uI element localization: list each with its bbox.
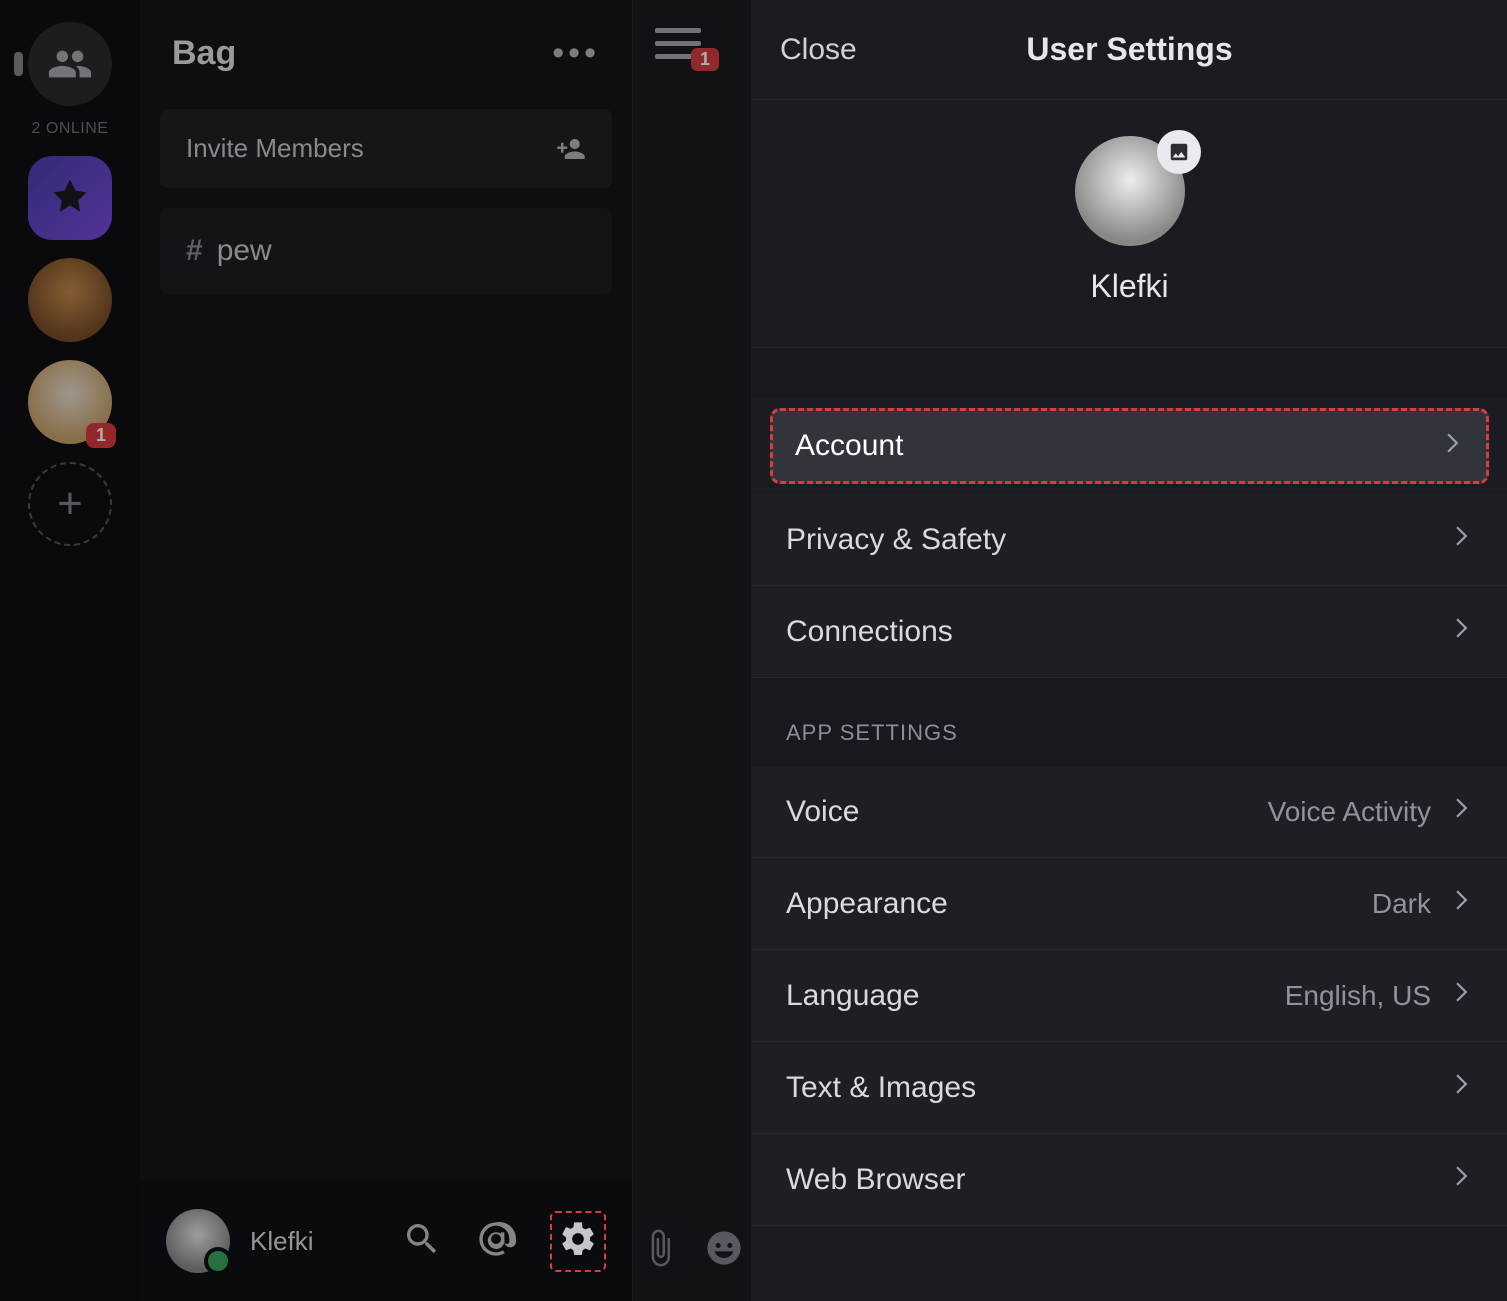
settings-row-appearance[interactable]: Appearance Dark: [752, 858, 1507, 950]
current-user-name: Klefki: [250, 1226, 382, 1257]
user-settings-panel: Close User Settings Klefki Account Priva…: [752, 0, 1507, 1301]
hash-icon: #: [186, 234, 203, 268]
row-label: Web Browser: [786, 1163, 966, 1197]
search-button[interactable]: [402, 1219, 442, 1264]
row-label: Appearance: [786, 887, 948, 921]
server-notification-badge: 1: [86, 423, 116, 448]
online-count-label: 2 ONLINE: [32, 120, 109, 138]
edit-avatar-button[interactable]: [1157, 130, 1201, 174]
plus-icon: +: [57, 479, 83, 529]
paperclip-icon: [640, 1228, 680, 1268]
server-name-label[interactable]: Bag: [172, 34, 236, 73]
settings-row-web-browser[interactable]: Web Browser: [752, 1134, 1507, 1226]
app-settings-header: APP SETTINGS: [752, 678, 1507, 766]
menu-notification-badge: 1: [691, 48, 719, 71]
chevron-right-icon: [1438, 430, 1464, 463]
row-label: Account: [795, 429, 903, 463]
server-icon-3[interactable]: 1: [28, 360, 112, 444]
section-divider: [752, 348, 1507, 398]
current-user-avatar[interactable]: [166, 1209, 230, 1273]
row-label: Language: [786, 979, 919, 1013]
image-icon: [1168, 141, 1190, 163]
settings-row-privacy[interactable]: Privacy & Safety: [752, 494, 1507, 586]
row-label: Privacy & Safety: [786, 523, 1006, 557]
channel-item-pew[interactable]: # pew: [160, 208, 612, 294]
row-value: Dark: [1372, 888, 1431, 920]
row-value: English, US: [1285, 980, 1431, 1012]
row-label: Connections: [786, 615, 953, 649]
row-value: Voice Activity: [1268, 796, 1431, 828]
server-icon-2[interactable]: [28, 258, 112, 342]
server-glyph-icon: [48, 176, 92, 220]
row-label: Text & Images: [786, 1071, 976, 1105]
chevron-right-icon: [1447, 523, 1473, 556]
invite-members-label: Invite Members: [186, 133, 364, 164]
server-icon-1[interactable]: [28, 156, 112, 240]
profile-section: Klefki: [752, 100, 1507, 348]
settings-row-voice[interactable]: Voice Voice Activity: [752, 766, 1507, 858]
invite-members-button[interactable]: Invite Members: [160, 109, 612, 188]
attach-button[interactable]: [640, 1228, 680, 1273]
chevron-right-icon: [1447, 615, 1473, 648]
channel-sidebar: Bag ••• Invite Members # pew Klefki: [140, 0, 632, 1301]
chevron-right-icon: [1447, 795, 1473, 828]
smile-icon: [704, 1228, 744, 1268]
chevron-right-icon: [1447, 1071, 1473, 1104]
add-person-icon: [556, 134, 586, 164]
server-rail: 2 ONLINE 1 +: [0, 0, 140, 1301]
chat-area-peek: 1: [632, 0, 752, 1301]
settings-title: User Settings: [1026, 31, 1232, 68]
people-icon: [47, 41, 93, 87]
chevron-right-icon: [1447, 979, 1473, 1012]
close-button[interactable]: Close: [780, 33, 857, 67]
chevron-right-icon: [1447, 887, 1473, 920]
settings-row-account[interactable]: Account: [770, 408, 1489, 484]
friends-server-icon[interactable]: [28, 22, 112, 106]
settings-button[interactable]: [550, 1211, 606, 1272]
user-bar: Klefki: [140, 1181, 632, 1301]
profile-avatar[interactable]: [1075, 136, 1185, 246]
channel-name-label: pew: [217, 234, 272, 268]
emoji-button[interactable]: [704, 1228, 744, 1273]
mentions-button[interactable]: [476, 1219, 516, 1264]
server-more-button[interactable]: •••: [552, 34, 600, 73]
row-label: Voice: [786, 795, 859, 829]
search-icon: [402, 1219, 442, 1259]
settings-row-language[interactable]: Language English, US: [752, 950, 1507, 1042]
gear-icon: [558, 1219, 598, 1259]
chevron-right-icon: [1447, 1163, 1473, 1196]
settings-row-connections[interactable]: Connections: [752, 586, 1507, 678]
add-server-button[interactable]: +: [28, 462, 112, 546]
profile-name: Klefki: [1090, 268, 1168, 305]
settings-row-text-images[interactable]: Text & Images: [752, 1042, 1507, 1134]
at-icon: [476, 1219, 516, 1259]
